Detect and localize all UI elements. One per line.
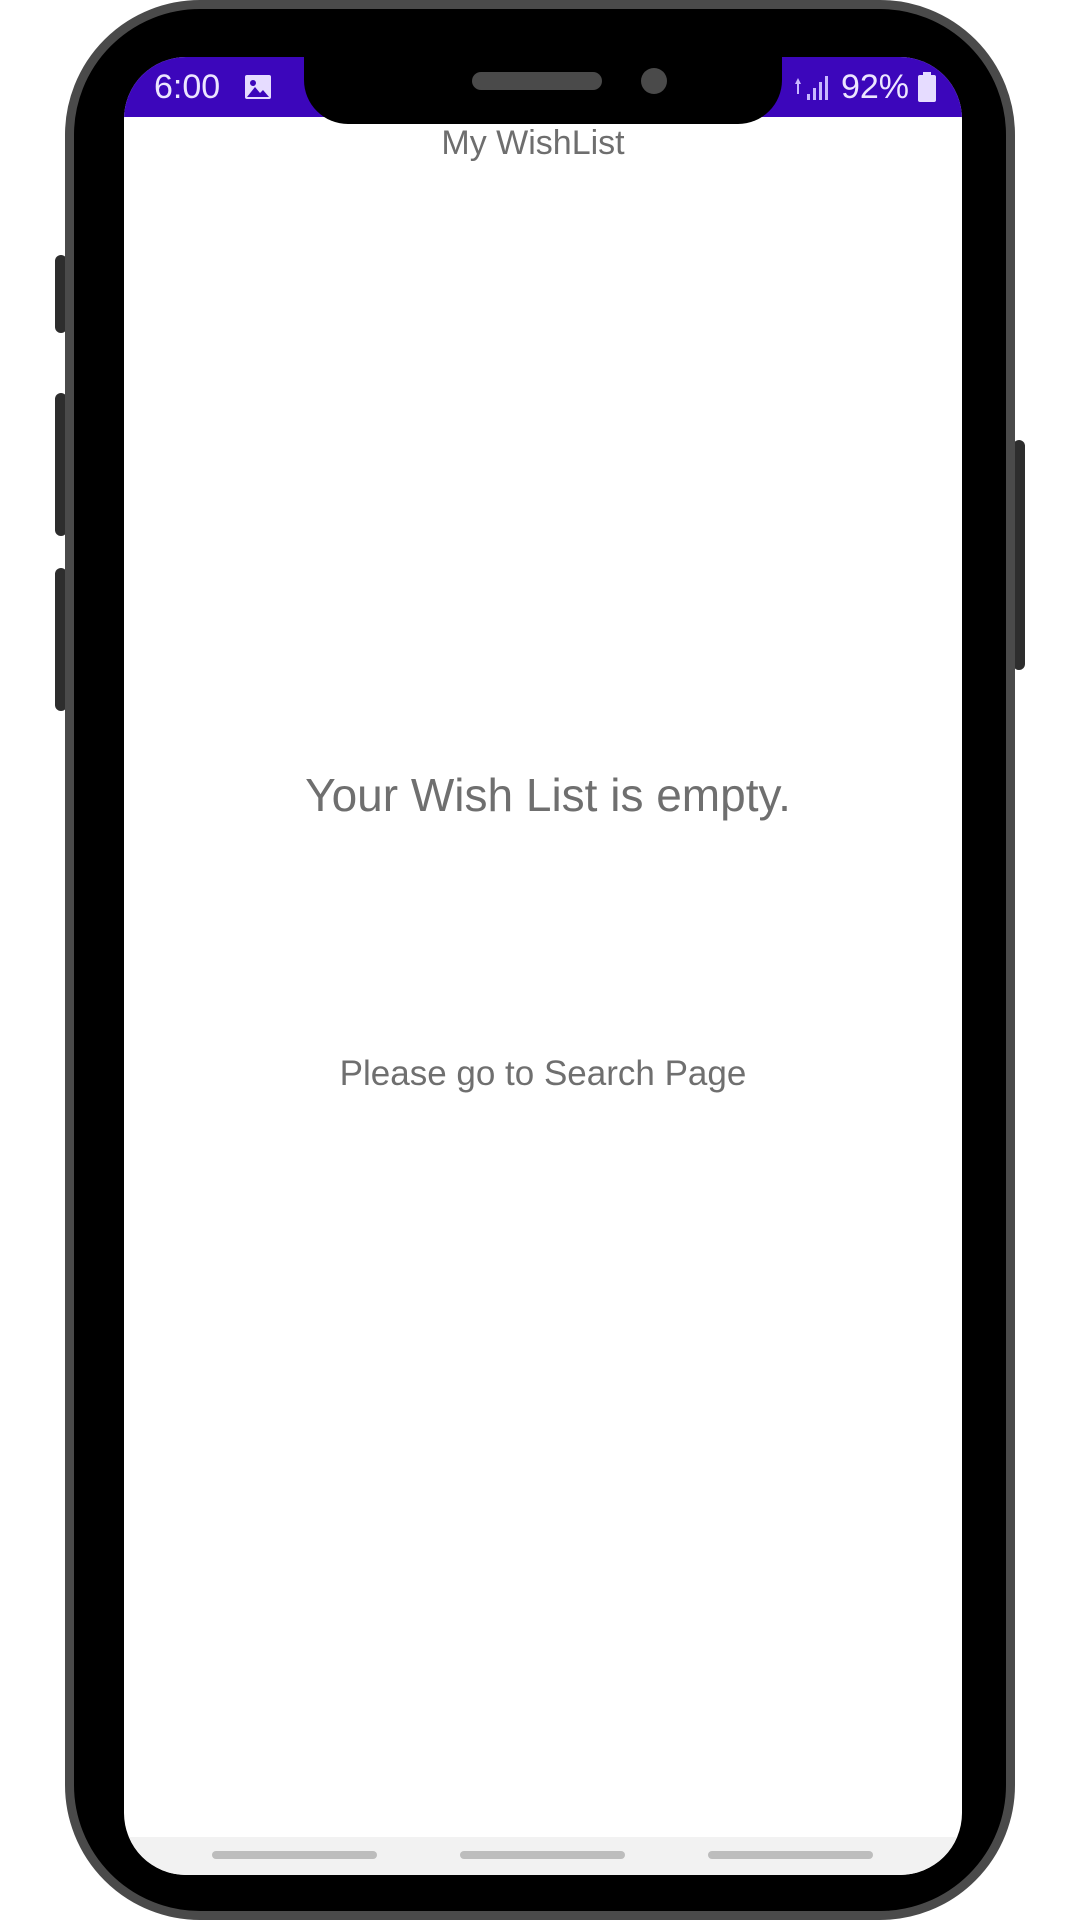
status-time: 6:00 — [154, 68, 221, 106]
signal-icon — [794, 76, 828, 100]
navigation-bar — [124, 1837, 962, 1875]
nav-recents-button[interactable] — [212, 1851, 377, 1859]
battery-icon — [918, 72, 936, 102]
image-icon — [245, 75, 271, 99]
speaker-grille — [472, 72, 602, 90]
page-title: My WishList — [441, 124, 625, 162]
battery-percentage: 92% — [840, 68, 909, 106]
go-to-search-link[interactable]: Please go to Search Page — [124, 1052, 962, 1096]
empty-wishlist-message: Your Wish List is empty. — [305, 769, 791, 821]
nav-home-button[interactable] — [460, 1851, 625, 1859]
phone-screen: 6:00 92% My WishList Your Wish List is e… — [124, 57, 962, 1875]
front-camera — [641, 68, 667, 94]
nav-back-button[interactable] — [708, 1851, 873, 1859]
phone-notch — [304, 50, 782, 124]
status-right-group: 92% — [791, 67, 937, 107]
device-mockup: 6:00 92% My WishList Your Wish List is e… — [0, 0, 1080, 1920]
